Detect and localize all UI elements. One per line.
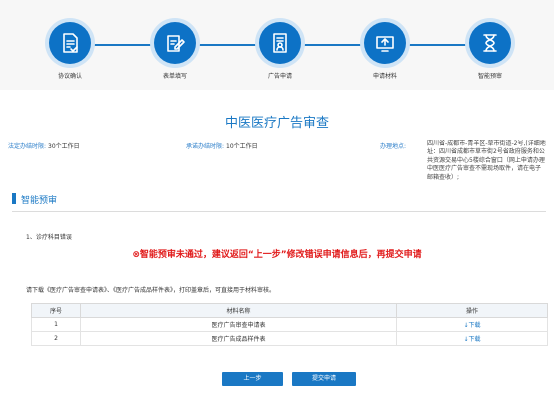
address-label: 办理地点: [380,143,407,150]
diagnosis-error: 1、诊疗科目错误 [26,234,72,241]
hourglass-icon [469,22,511,64]
download-link[interactable]: ↓下载 [396,331,548,346]
step-form: 表单填写 [135,22,215,80]
step-label: 申请材料 [372,73,397,80]
step-pre-review: 智能预审 [450,22,530,80]
document-person-icon [259,22,301,64]
legal-time-value: 30个工作日 [48,143,80,150]
row-name: 医疗广告成品样件表 [80,331,397,346]
step-label: 表单填写 [162,73,187,80]
download-link[interactable]: ↓下载 [396,317,548,332]
address-line: 中医医疗广告审查不需现场取件，请在电子 [427,165,542,173]
table-header-row: 序号 材料名称 操作 [31,303,548,318]
header-name: 材料名称 [80,303,397,318]
section-marker [12,193,16,204]
form-edit-icon [154,22,196,64]
prev-step-button[interactable]: 上一步 [222,372,283,386]
legal-time-label: 法定办结时限: [8,143,47,150]
row-no: 1 [31,317,81,332]
page-title: 中医医疗广告审查 [224,116,329,131]
materials-table: 序号 材料名称 操作 1 医疗广告审查申请表 ↓下载 2 医疗广告成品样件表 ↓… [31,303,548,346]
address-line: 址：四川省成都市草市街2号省政府服务和公 [427,148,545,156]
document-check-icon [49,22,91,64]
submit-button[interactable]: 提交申请 [292,372,356,386]
row-no: 2 [31,331,81,346]
step-ad-apply: 广告申请 [240,22,320,80]
step-materials: 申请材料 [345,22,425,80]
table-row: 2 医疗广告成品样件表 ↓下载 [31,331,548,346]
step-agreement: 协议确认 [30,22,110,80]
progress-steps: 协议确认 表单填写 广告申请 申请材料 智能预审 [0,0,554,90]
address-line: 邮箱查收）; [427,173,460,181]
table-row: 1 医疗广告审查申请表 ↓下载 [31,317,548,332]
warning-message: ⊗智能预审未通过，建议返回“上一步”修改错误申请信息后，再提交申请 [132,250,422,260]
header-action: 操作 [396,303,548,318]
row-name: 医疗广告审查申请表 [80,317,397,332]
download-note: 请下载《医疗广告审查申请表》、《医疗广告成品样件表》，打印盖章后，可直接用于材料… [26,287,276,294]
address-line: 共资源交易中心5楼综合窗口（网上申请办理 [427,156,545,164]
header-no: 序号 [31,303,81,318]
promise-time: 承诺办结时限: 10个工作日 [186,141,258,150]
promise-time-value: 10个工作日 [226,143,258,150]
step-label: 智能预审 [477,73,502,80]
upload-icon [364,22,406,64]
step-label: 协议确认 [57,73,82,80]
section-divider [12,211,546,212]
promise-time-label: 承诺办结时限: [186,143,225,150]
section-title: 智能预审 [21,196,58,206]
address-value: 四川省-成都市-青羊区-草市街道-2号,(详细地 址：四川省成都市草市街2号省政… [427,140,552,188]
legal-time: 法定办结时限: 30个工作日 [8,141,80,150]
step-label: 广告申请 [267,73,292,80]
